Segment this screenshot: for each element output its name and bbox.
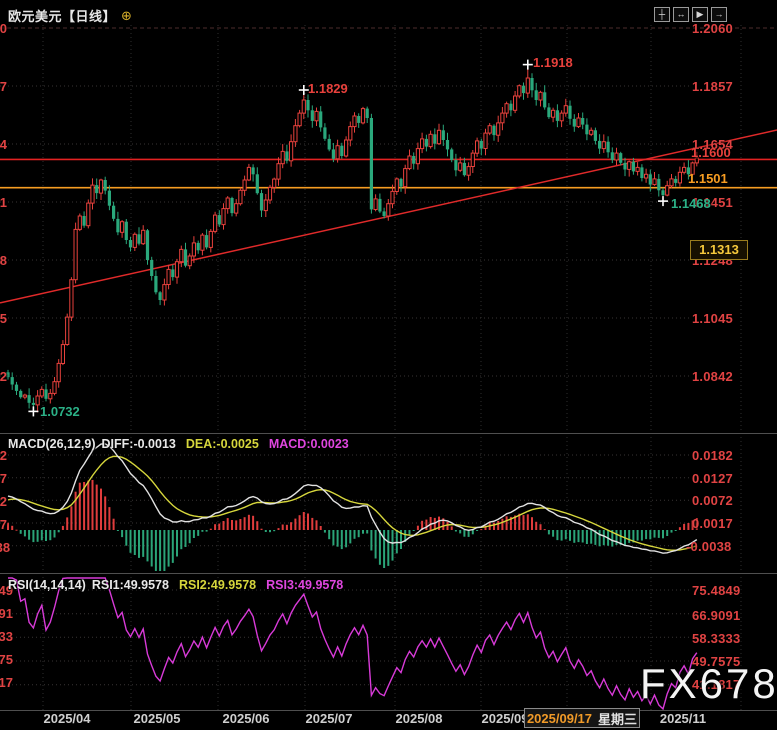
clipped-axis-label: 1.1654 bbox=[0, 137, 7, 152]
chart-canvas[interactable] bbox=[0, 0, 777, 730]
resistance-level-label: 1.1600 bbox=[691, 145, 731, 160]
shift-right-icon[interactable]: → bbox=[711, 7, 727, 22]
rsi3-value: RSI3:49.9578 bbox=[266, 578, 343, 592]
macd-header: MACD(26,12,9) DIFF:-0.0013 DEA:-0.0025 M… bbox=[8, 437, 349, 451]
price-axis-label: 1.1857 bbox=[692, 79, 733, 94]
rsi-title: RSI(14,14,14) bbox=[8, 578, 86, 592]
clipped-axis-label: 1.0842 bbox=[0, 369, 7, 384]
rsi-axis-label: 66.9091 bbox=[692, 608, 740, 623]
low-marker-label: 1.1468 bbox=[671, 196, 711, 211]
rsi-axis-label: 58.3333 bbox=[692, 631, 740, 646]
macd-dea-value: DEA:-0.0025 bbox=[186, 437, 259, 451]
fit-vertical-icon[interactable]: ▶ bbox=[692, 7, 708, 22]
rsi1-value: RSI1:49.9578 bbox=[92, 578, 169, 592]
x-axis-label: 2025/08 bbox=[384, 711, 454, 726]
add-indicator-icon[interactable]: ⊕ bbox=[121, 9, 132, 22]
clipped-axis-label: 1.1045 bbox=[0, 311, 7, 326]
macd-axis-label: 0.0072 bbox=[692, 493, 733, 508]
clipped-axis-label: 1.2060 bbox=[0, 21, 7, 36]
x-axis-label: 2025/05 bbox=[122, 711, 192, 726]
price-axis-label: 1.1045 bbox=[692, 311, 733, 326]
low-marker-label: 1.0732 bbox=[40, 404, 80, 419]
clipped-axis-label: 0.0127 bbox=[0, 471, 7, 486]
high-marker-label: 1.1829 bbox=[308, 81, 348, 96]
titlebar: 欧元美元【日线】 ⊕ bbox=[8, 6, 132, 25]
x-axis-label: 2025/07 bbox=[294, 711, 364, 726]
macd-diff-value: DIFF:-0.0013 bbox=[102, 437, 176, 451]
high-marker-label: 1.1918 bbox=[533, 55, 573, 70]
pan-icon[interactable]: ┼ bbox=[654, 7, 670, 22]
clipped-axis-label: 41.1817 bbox=[0, 675, 7, 690]
clipped-axis-label: 0.0182 bbox=[0, 448, 7, 463]
x-axis-label: 2025/11 bbox=[648, 711, 718, 726]
rsi-header: RSI(14,14,14) RSI1:49.9578 RSI2:49.9578 … bbox=[8, 578, 343, 592]
chart-window: 欧元美元【日线】 ⊕ ┼ ↔ ▶ → 1.2060 1.1857 1.1654 … bbox=[0, 0, 777, 730]
rsi2-value: RSI2:49.9578 bbox=[179, 578, 256, 592]
symbol-title: 欧元美元【日线】 bbox=[8, 6, 116, 25]
clipped-axis-label: 1.1857 bbox=[0, 79, 7, 94]
clipped-axis-label: -0.0038 bbox=[0, 540, 7, 555]
macd-axis-label: 0.0127 bbox=[692, 471, 733, 486]
price-axis-label: 1.0842 bbox=[692, 369, 733, 384]
clipped-axis-label: 49.7575 bbox=[0, 652, 7, 667]
chart-toolbar: ┼ ↔ ▶ → bbox=[654, 7, 727, 22]
x-axis-label: 2025/06 bbox=[211, 711, 281, 726]
crosshair-date: 2025/09/17 bbox=[527, 711, 592, 726]
current-price-badge: 1.1313 bbox=[690, 240, 748, 260]
rsi-axis-label: 75.4849 bbox=[692, 583, 740, 598]
crosshair-date-badge: 2025/09/17 星期三 bbox=[524, 708, 640, 728]
clipped-axis-label: 66.9091 bbox=[0, 606, 7, 621]
fit-horizontal-icon[interactable]: ↔ bbox=[673, 7, 689, 22]
x-axis-label: 2025/04 bbox=[32, 711, 102, 726]
crosshair-weekday: 星期三 bbox=[598, 709, 637, 728]
macd-axis-label: 0.0182 bbox=[692, 448, 733, 463]
macd-title: MACD(26,12,9) bbox=[8, 437, 96, 451]
fx678-watermark: FX678 bbox=[640, 660, 777, 708]
price-axis-label: 1.2060 bbox=[692, 21, 733, 36]
macd-macd-value: MACD:0.0023 bbox=[269, 437, 349, 451]
clipped-axis-label: 1.1451 bbox=[0, 195, 7, 210]
support-level-label: 1.1501 bbox=[688, 171, 728, 186]
clipped-axis-label: 0.0072 bbox=[0, 494, 7, 509]
clipped-axis-label: 1.1248 bbox=[0, 253, 7, 268]
clipped-axis-label: 58.3333 bbox=[0, 629, 7, 644]
clipped-axis-label: 0.0017 bbox=[0, 517, 7, 532]
clipped-axis-label: 75.4849 bbox=[0, 583, 7, 598]
macd-axis-label: 0.0017 bbox=[692, 516, 733, 531]
macd-axis-label: -0.0038 bbox=[686, 539, 732, 554]
